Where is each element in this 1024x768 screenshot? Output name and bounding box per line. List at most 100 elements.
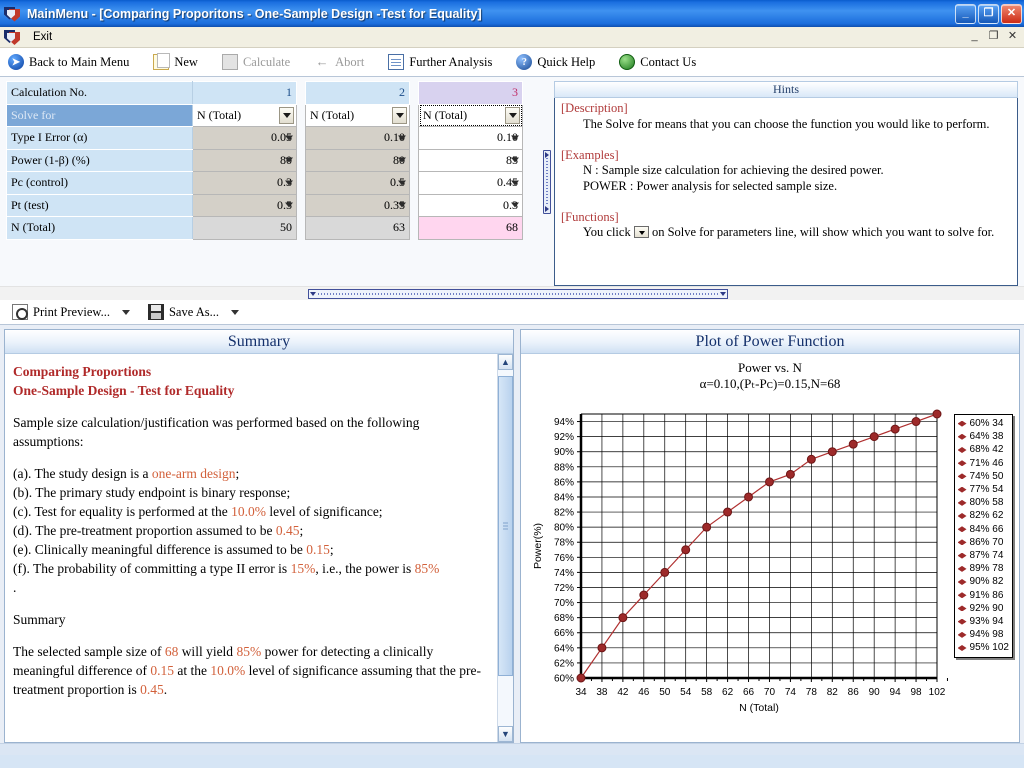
- toolbar-abort-label: Abort: [335, 54, 365, 69]
- pc-col1[interactable]: 0.3: [192, 171, 297, 195]
- legend-item: 95% 102: [957, 641, 1009, 654]
- pc-col2[interactable]: 0.5: [305, 171, 410, 195]
- legend-marker-icon: [957, 499, 967, 506]
- legend-marker-icon: [957, 513, 967, 520]
- legend-marker-icon: [957, 420, 967, 427]
- toolbar-back-to-main-menu[interactable]: ➤ Back to Main Menu: [8, 54, 129, 70]
- assumption-a-highlight: one-arm design: [151, 466, 236, 481]
- back-arrow-icon: ➤: [8, 54, 24, 70]
- chevron-down-icon[interactable]: [511, 157, 519, 163]
- scroll-track[interactable]: [498, 370, 513, 726]
- solve-for-col3[interactable]: N (Total): [418, 103, 523, 127]
- chevron-down-icon[interactable]: [511, 180, 519, 186]
- mdi-restore-button[interactable]: ❐: [986, 29, 1001, 44]
- close-button[interactable]: ✕: [1001, 3, 1022, 24]
- minimize-button[interactable]: _: [955, 3, 976, 24]
- svg-text:80%: 80%: [554, 523, 574, 534]
- horizontal-splitter-handle[interactable]: [308, 289, 728, 299]
- row-label-type-i-error: Type I Error (α): [6, 126, 193, 150]
- menu-shield-icon: [4, 29, 22, 45]
- alpha-col3[interactable]: 0.10: [418, 126, 523, 150]
- legend-marker-icon: [957, 552, 967, 559]
- table-row-calculation-no: Calculation No. 1 2 3: [6, 81, 523, 105]
- scroll-down-icon[interactable]: ▼: [498, 726, 513, 742]
- chevron-down-icon[interactable]: [285, 157, 293, 163]
- power-col3[interactable]: 85: [418, 148, 523, 172]
- legend-item: 68% 42: [957, 443, 1009, 456]
- chevron-down-icon[interactable]: [398, 202, 406, 208]
- assumption-d: (d). The pre-treatment proportion assume…: [13, 523, 303, 538]
- vertical-splitter[interactable]: [540, 77, 554, 286]
- toolbar-calculate[interactable]: Calculate: [221, 54, 290, 70]
- pt-col1[interactable]: 0.5: [192, 193, 297, 217]
- chevron-down-icon[interactable]: [505, 106, 520, 124]
- chevron-down-icon[interactable]: [279, 106, 294, 124]
- svg-text:82%: 82%: [554, 508, 574, 519]
- grid-gap: [409, 216, 419, 239]
- scroll-thumb[interactable]: [498, 376, 513, 676]
- alpha-col2[interactable]: 0.10: [305, 126, 410, 150]
- chevron-down-icon[interactable]: [511, 135, 519, 141]
- legend-marker-icon: [957, 526, 967, 533]
- toolbar-print-preview[interactable]: Print Preview...: [12, 304, 110, 320]
- legend-item: 93% 94: [957, 615, 1009, 628]
- toolbar-quick-help[interactable]: ? Quick Help: [516, 54, 595, 70]
- calc-no-col3[interactable]: 3: [418, 81, 523, 105]
- legend-item: 84% 66: [957, 523, 1009, 536]
- plot-caption: Plot of Power Function: [521, 330, 1019, 354]
- calc-no-col1[interactable]: 1: [192, 81, 297, 105]
- pt-col3[interactable]: 0.3: [418, 193, 523, 217]
- chevron-down-icon[interactable]: [285, 202, 293, 208]
- maximize-button[interactable]: ❐: [978, 3, 999, 24]
- question-circle-icon: ?: [516, 54, 533, 70]
- power-col2[interactable]: 80: [305, 148, 410, 172]
- legend-item: 86% 70: [957, 536, 1009, 549]
- conclusion-alpha: 10.0%: [210, 663, 246, 678]
- summary-scrollbar[interactable]: ▲ ▼: [497, 354, 513, 742]
- chevron-down-icon[interactable]: [511, 202, 519, 208]
- vertical-splitter-handle[interactable]: [543, 149, 551, 214]
- mdi-close-button[interactable]: ✕: [1005, 29, 1020, 44]
- legend-marker-icon: [957, 605, 967, 612]
- scroll-up-icon[interactable]: ▲: [498, 354, 513, 370]
- horizontal-splitter[interactable]: [0, 286, 1024, 300]
- assumption-f-prefix: (f). The probability of committing a typ…: [13, 561, 291, 576]
- chevron-down-icon[interactable]: [285, 180, 293, 186]
- chevron-down-icon[interactable]: [392, 106, 407, 124]
- legend-marker-icon: [957, 447, 967, 453]
- toolbar-contact-us[interactable]: Contact Us: [619, 54, 696, 70]
- grid-gap: [296, 81, 306, 104]
- solve-for-col1[interactable]: N (Total): [192, 103, 297, 127]
- conclusion-power: 85%: [236, 644, 262, 659]
- mdi-minimize-button[interactable]: _: [967, 29, 982, 44]
- chevron-down-icon[interactable]: [398, 180, 406, 186]
- power-col1[interactable]: 80: [192, 148, 297, 172]
- legend-label: 91% 86: [969, 589, 1004, 601]
- toolbar-new[interactable]: New: [153, 53, 198, 70]
- print-preview-dropdown-icon[interactable]: [121, 309, 130, 315]
- chevron-down-icon[interactable]: [285, 135, 293, 141]
- svg-text:88%: 88%: [554, 462, 574, 473]
- toolbar-abort[interactable]: ← Abort: [314, 54, 365, 70]
- pt-col2[interactable]: 0.35: [305, 193, 410, 217]
- toolbar-further-analysis[interactable]: Further Analysis: [388, 54, 492, 70]
- legend-label: 86% 70: [969, 536, 1004, 548]
- menu-item-exit[interactable]: Exit: [28, 30, 57, 44]
- svg-text:78%: 78%: [554, 538, 574, 549]
- toolbar-save-as[interactable]: Save As...: [147, 304, 219, 320]
- chevron-down-icon[interactable]: [398, 135, 406, 141]
- pc-col3[interactable]: 0.45: [418, 171, 523, 195]
- calc-no-col2[interactable]: 2: [305, 81, 410, 105]
- legend-label: 93% 94: [969, 616, 1004, 628]
- assumption-e-prefix: (e). Clinically meaningful difference is…: [13, 542, 307, 557]
- chevron-down-icon[interactable]: [398, 157, 406, 163]
- hints-description-text: The Solve for means that you can choose …: [583, 116, 990, 131]
- alpha-col1[interactable]: 0.05: [192, 126, 297, 150]
- svg-text:70%: 70%: [554, 598, 574, 609]
- status-bar: [0, 743, 1024, 755]
- row-label-solve-for[interactable]: Solve for: [6, 103, 193, 127]
- save-as-dropdown-icon[interactable]: [230, 309, 239, 315]
- table-row-power: Power (1-β) (%) 80 80 85: [6, 148, 523, 172]
- svg-text:102: 102: [929, 687, 946, 698]
- solve-for-col2[interactable]: N (Total): [305, 103, 410, 127]
